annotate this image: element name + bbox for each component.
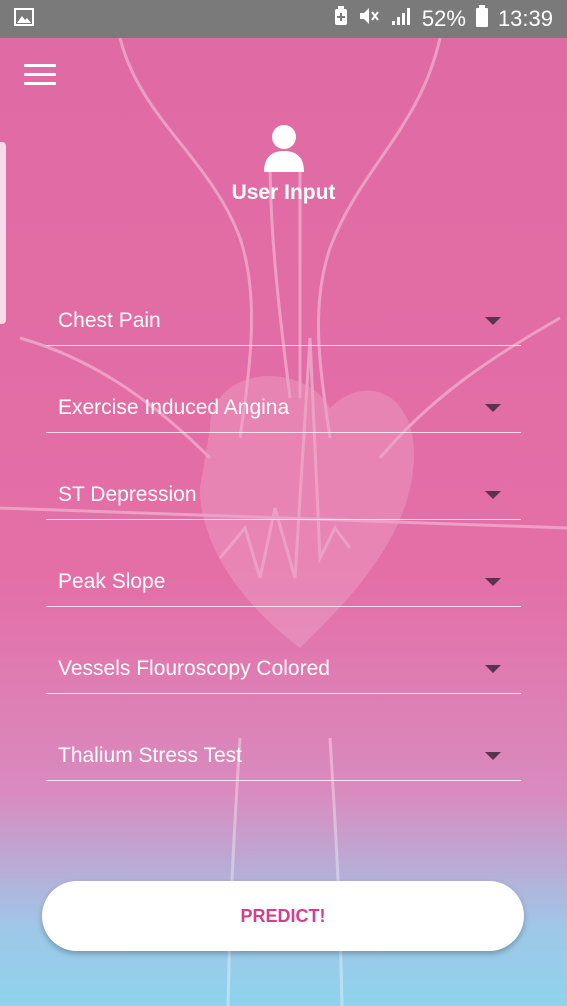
clock: 13:39 <box>497 6 553 31</box>
battery-icon <box>475 5 488 33</box>
status-bar: 52% 13:39 <box>0 0 567 38</box>
chevron-down-icon <box>485 316 501 325</box>
peak-slope-dropdown[interactable]: Peak Slope <box>46 557 521 607</box>
chevron-down-icon <box>485 490 501 499</box>
main-screen: User Input Chest Pain Exercise Induced A… <box>0 38 567 1006</box>
exercise-induced-angina-dropdown[interactable]: Exercise Induced Angina <box>46 383 521 433</box>
dropdown-label: Exercise Induced Angina <box>58 395 290 419</box>
mute-icon <box>358 6 380 32</box>
user-icon <box>263 124 305 177</box>
battery-saver-icon <box>334 6 348 32</box>
page-title: User Input <box>231 181 336 204</box>
hamburger-menu-icon[interactable] <box>24 64 56 86</box>
battery-percent: 52% <box>421 6 466 31</box>
dropdown-label: Chest Pain <box>58 308 161 332</box>
predict-button[interactable]: PREDICT! <box>42 881 524 951</box>
dropdown-label: Thalium Stress Test <box>58 743 243 767</box>
chest-pain-dropdown[interactable]: Chest Pain <box>46 296 521 346</box>
dropdown-label: Vessels Flouroscopy Colored <box>58 656 330 680</box>
chevron-down-icon <box>485 664 501 673</box>
thalium-stress-test-dropdown[interactable]: Thalium Stress Test <box>46 731 521 781</box>
st-depression-dropdown[interactable]: ST Depression <box>46 470 521 520</box>
signal-icon <box>390 6 412 32</box>
header: User Input <box>0 124 567 205</box>
dropdown-label: ST Depression <box>58 482 197 506</box>
gallery-icon <box>14 7 34 31</box>
dropdown-label: Peak Slope <box>58 569 166 593</box>
chevron-down-icon <box>485 751 501 760</box>
vessels-flouroscopy-dropdown[interactable]: Vessels Flouroscopy Colored <box>46 644 521 694</box>
chevron-down-icon <box>485 403 501 412</box>
chevron-down-icon <box>485 577 501 586</box>
